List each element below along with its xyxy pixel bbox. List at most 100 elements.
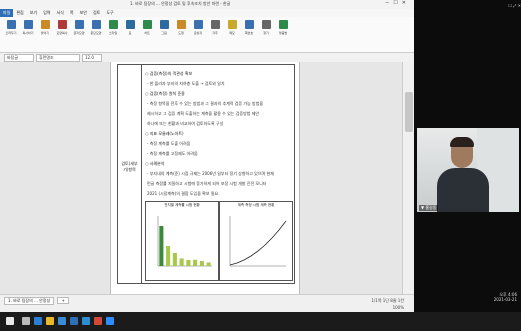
menu-item[interactable]: 쪽	[67, 9, 77, 17]
window-controls[interactable]: −☐✕	[385, 0, 410, 6]
font-select[interactable]: 휴먼명조	[36, 54, 80, 62]
ribbon-button[interactable]: 글자모양	[72, 20, 86, 35]
section-heading: ○ 사례분석	[145, 161, 165, 166]
scroll-thumb[interactable]	[405, 92, 413, 132]
bar	[159, 226, 164, 266]
edge-icon[interactable]	[34, 317, 42, 325]
ribbon-button[interactable]: 각주	[208, 20, 222, 35]
ribbon-button-icon	[193, 20, 203, 29]
new-tab-button[interactable]: +	[57, 297, 69, 304]
line-chart-axis	[229, 216, 286, 267]
ribbon-button-icon	[159, 20, 169, 29]
menu-item[interactable]: 파일	[0, 9, 14, 17]
ribbon-button[interactable]: 메모	[225, 20, 239, 35]
mail-icon[interactable]	[70, 317, 78, 325]
ribbon-button-label: 쪽번호	[244, 31, 254, 35]
status-info: 1/1쪽 1단 8줄 1칸	[371, 298, 404, 303]
ribbon-button[interactable]: 복사하기	[21, 20, 35, 35]
bar	[166, 246, 171, 266]
video-panel-controls[interactable]: ☐ ⤢ ✕	[414, 3, 521, 8]
ribbon-button[interactable]: 차트	[140, 20, 154, 35]
ribbon-button-label: 메모	[229, 31, 235, 35]
line-chart	[229, 216, 287, 267]
bar	[206, 262, 211, 266]
ribbon-button-icon	[261, 20, 271, 29]
ribbon-button[interactable]: 스타일	[106, 20, 120, 35]
menu-item[interactable]: 편집	[13, 9, 26, 17]
ribbon-button-label: 스타일	[108, 31, 118, 35]
bar	[172, 253, 177, 266]
ribbon-button[interactable]: 쪽번호	[242, 20, 256, 35]
bar	[193, 259, 198, 266]
window-title: 1. 바로 팀장의 ... 안정성 검토 및 후속조치 방안 마련 - 한글	[130, 1, 231, 6]
font-size-select[interactable]: 12.0	[82, 54, 102, 62]
ribbon-button-icon	[40, 20, 50, 29]
search-icon[interactable]	[22, 317, 30, 325]
ribbon-button-icon	[108, 20, 118, 29]
section-heading: ○ 지표 모듈레(노아트)	[145, 131, 184, 136]
ribbon-toolbar: 오려두기 복사하기 붙이기 모양복사 글자모양 문단모양 스타일 표 차트 그림 도형 글상자 각주 메모…	[0, 17, 414, 53]
ribbon-button[interactable]: 모양복사	[55, 20, 69, 35]
store-icon[interactable]	[58, 317, 66, 325]
body-text-line: - 측정 계측률 고정제도 어려움	[147, 151, 198, 156]
folder-icon[interactable]	[46, 317, 54, 325]
ribbon-button[interactable]: 표	[123, 20, 137, 35]
section-heading: ○ 검증(측정)의 객관성 확보	[145, 71, 193, 76]
status-bar: 1. 바로 팀장의 ... 안정성 + 1/1쪽 1단 8줄 1칸 100%	[0, 294, 414, 313]
chrome-icon[interactable]	[94, 317, 102, 325]
ribbon-button-label: 글자모양	[73, 31, 85, 35]
zoom-level[interactable]: 100%	[393, 305, 404, 310]
zoom-icon[interactable]	[106, 317, 114, 325]
ribbon-button[interactable]: 붙이기	[38, 20, 52, 35]
ribbon-button-label: 문단모양	[90, 31, 102, 35]
body-text-line: 제시하고 그 검증 계획 도출하는 계측을 활용 수 있는 검증방법 제안	[147, 111, 260, 116]
bar	[186, 260, 191, 266]
menu-item[interactable]: 서식	[54, 9, 67, 17]
ribbon-button-label: 오려두기	[5, 31, 17, 35]
figure-left: 전지별 계측률 시험 현황	[145, 201, 219, 281]
participant-name: ▼ 홍길동	[419, 205, 439, 211]
ribbon-button-label: 도형	[178, 31, 184, 35]
clock-date: 2021-03-21	[493, 297, 517, 302]
participant-body	[437, 168, 489, 212]
ribbon-button-label: 복사하기	[22, 31, 34, 35]
video-panel: ☐ ⤢ ✕ ▼ 홍길동 오후 4:06 2021-03-21	[414, 0, 521, 312]
windows-icon[interactable]	[6, 317, 14, 325]
document-page[interactable]: 검토(세부기)항목 ○ 검증(측정)의 객관성 확보 - 한 플라자 부지의 지하…	[110, 62, 300, 294]
ribbon-button[interactable]: 문단모양	[89, 20, 103, 35]
ribbon-button-label: 맞춤법	[278, 31, 288, 35]
document-tab[interactable]: 1. 바로 팀장의 ... 안정성	[4, 297, 55, 305]
table-row-label: 검토(세부기)항목	[118, 65, 142, 283]
ribbon-button[interactable]: 오려두기	[4, 20, 18, 35]
line-series	[229, 220, 287, 266]
menu-item[interactable]: 보기	[27, 9, 40, 17]
ribbon-button-icon	[278, 20, 288, 29]
ribbon-button-label: 찾기	[263, 31, 269, 35]
style-select[interactable]: 바탕글	[4, 54, 34, 62]
bar-chart	[157, 216, 212, 267]
body-text-line: - 부지내의 계측(준) 시점 규제는 2006년 일부터 정기 상향하고 있으…	[147, 171, 274, 176]
participant-video[interactable]: ▼ 홍길동	[417, 128, 519, 212]
ribbon-button-icon	[244, 20, 254, 29]
left-margin	[0, 62, 110, 294]
ribbon-button-icon	[176, 20, 186, 29]
ribbon-button[interactable]: 글상자	[191, 20, 205, 35]
body-text-line: - 측정 항목을 전후 수 있는 방법과 그 결과의 추계적 검증 가능 방법을	[147, 101, 264, 106]
ribbon-button-icon	[227, 20, 237, 29]
ribbon-button[interactable]: 맞춤법	[276, 20, 290, 35]
ribbon-button-icon	[6, 20, 16, 29]
ribbon-button[interactable]: 그림	[157, 20, 171, 35]
body-text-line: 2021 (시장계측)의 결합 도입을 확보 필요	[147, 191, 219, 196]
bar	[199, 261, 204, 266]
ribbon-button[interactable]: 도형	[174, 20, 188, 35]
menu-item[interactable]: 보안	[77, 9, 90, 17]
bar	[179, 258, 184, 266]
ribbon-button[interactable]: 찾기	[259, 20, 273, 35]
menu-item[interactable]: 검토	[90, 9, 103, 17]
hwp-icon[interactable]	[82, 317, 90, 325]
body-text-line: 하나에 또는 현황과 비교하여 검토하도록 구성	[147, 121, 224, 126]
ribbon-button-label: 각주	[212, 31, 218, 35]
ribbon-button-icon	[91, 20, 101, 29]
menu-item[interactable]: 입력	[40, 9, 53, 17]
menu-item[interactable]: 도구	[103, 9, 116, 17]
